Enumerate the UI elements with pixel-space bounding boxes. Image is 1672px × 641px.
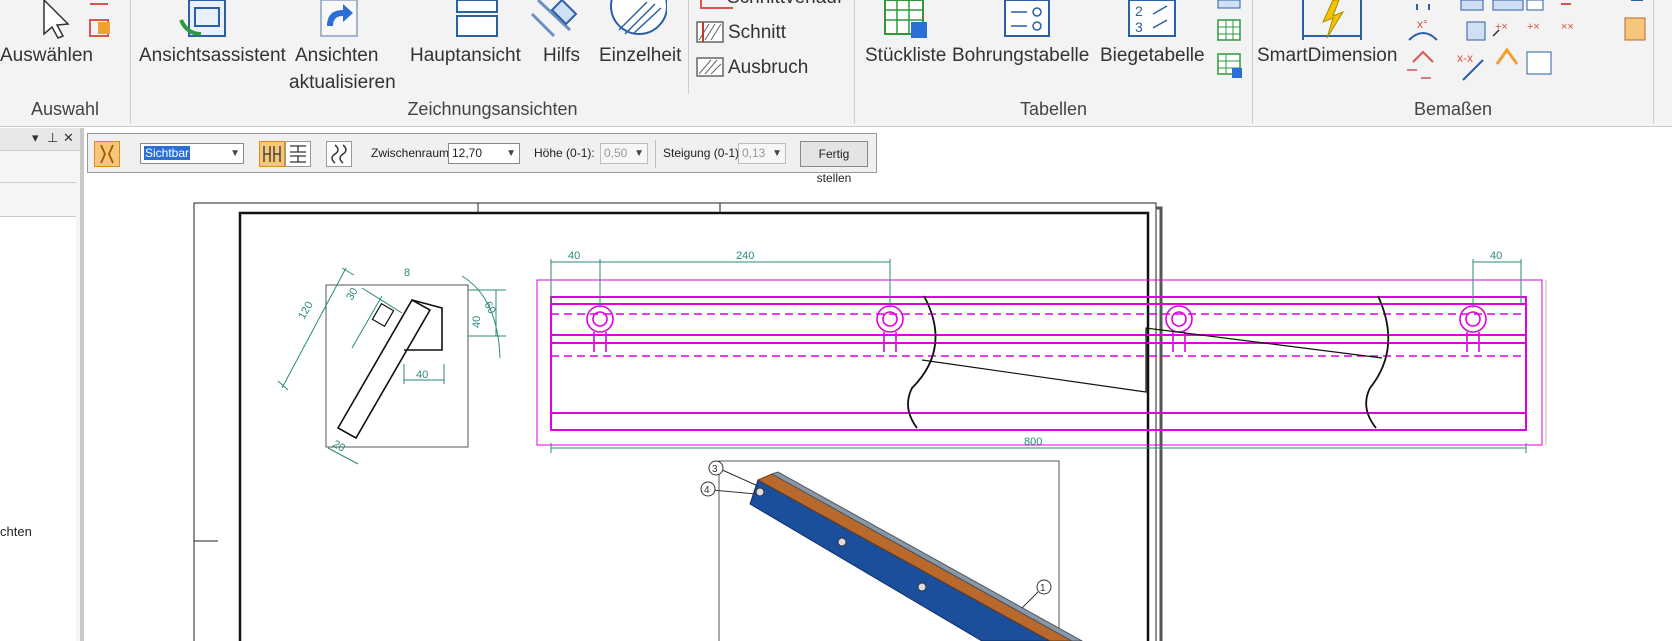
height-input[interactable]: 0,50 ▼ — [600, 143, 648, 164]
view-wizard-button[interactable]: Ansichtsassistent — [139, 44, 286, 68]
vertical-break-icon — [263, 146, 281, 162]
slope-input[interactable]: 0,13 ▼ — [738, 143, 786, 164]
panel-header: ▾ ⊥ ✕ — [0, 128, 80, 151]
update-views-icon[interactable] — [311, 0, 371, 40]
smartdimension-button[interactable]: SmartDimension — [1257, 44, 1397, 68]
balloon-4-label: 4 — [704, 485, 710, 496]
svg-text:x-x: x-x — [1457, 51, 1473, 65]
select-button[interactable]: Auswählen — [0, 44, 93, 68]
detail-view-icon[interactable] — [607, 0, 667, 40]
horizontal-break-icon — [290, 145, 306, 163]
vertical-break-button[interactable] — [259, 141, 285, 167]
pin-icon[interactable]: ⊥ — [47, 130, 58, 146]
break-icon — [100, 144, 114, 164]
group-zeichnungsansichten: Ansichtsassistent Ansichten aktualisiere… — [131, 0, 854, 126]
feature-tree[interactable] — [0, 217, 76, 641]
dim-40-left: 40 — [568, 250, 580, 262]
svg-text:2: 2 — [1135, 3, 1143, 19]
group-auswahl: Auswählen Auswahl — [0, 0, 130, 126]
divider — [0, 182, 76, 183]
drawing-sheet[interactable]: 120 30 8 60 40 40 20 40 240 40 800 3 4 1 — [82, 128, 1672, 641]
view-wizard-icon[interactable] — [177, 0, 237, 40]
tree-item-label[interactable]: chten — [0, 524, 32, 539]
broken-out-section-button[interactable]: Ausbruch — [728, 56, 808, 80]
panel-menu-icon[interactable]: ▾ — [32, 130, 39, 146]
break-view-command-bar: Sichtbar ▼ Zwischenraum: 12,70 ▼ Höhe (0… — [87, 133, 877, 185]
annotation-icons[interactable] — [1615, 0, 1655, 44]
hole-table-button[interactable]: Bohrungstabelle — [952, 44, 1089, 68]
feature-manager-panel: ▾ ⊥ ✕ chten — [0, 128, 84, 641]
detail-view-button[interactable]: Einzelheit — [599, 44, 681, 68]
dim-240: 240 — [736, 250, 754, 262]
chevron-down-icon: ▼ — [506, 148, 516, 159]
separator — [688, 0, 689, 94]
group-label-zeichnungsansichten: Zeichnungsansichten — [407, 99, 578, 119]
dim-40-right: 40 — [1490, 250, 1502, 262]
height-value: 0,50 — [604, 146, 628, 160]
dim-800: 800 — [1024, 436, 1042, 448]
chevron-down-icon: ▼ — [634, 148, 644, 159]
break-line-right — [1365, 295, 1390, 429]
display-mode-select[interactable]: Sichtbar ▼ — [140, 143, 244, 164]
sheet-outer-border — [193, 202, 1157, 641]
horizontal-break-button[interactable] — [285, 141, 311, 167]
chevron-down-icon: ▼ — [772, 148, 782, 159]
svg-text:+×: +× — [1527, 21, 1540, 33]
update-views-button-line1[interactable]: Ansichten — [295, 44, 378, 68]
gap-value: 12,70 — [452, 146, 483, 160]
broken-out-section-icon[interactable] — [695, 56, 725, 80]
section-line-button[interactable]: Schnittverlauf — [727, 0, 842, 10]
finish-button[interactable]: Fertig stellen — [800, 141, 868, 185]
break-style-button[interactable] — [326, 141, 352, 167]
section-icon[interactable] — [695, 20, 725, 46]
balloon-3-label: 3 — [712, 464, 718, 475]
section-button[interactable]: Schnitt — [728, 21, 786, 45]
table-small-icons[interactable] — [1212, 0, 1246, 84]
dim-40-vertical: 40 — [471, 316, 483, 328]
group-tabellen: Stückliste Bohrungstabelle 2 3 Biegetabe… — [855, 0, 1252, 126]
auxiliary-view-icon[interactable] — [526, 0, 586, 40]
bom-table-icon[interactable] — [877, 0, 937, 40]
svg-text:3: 3 — [1135, 19, 1143, 35]
group-bemassen: SmartDimension x° x-x +× +× ×× Bemaßen — [1253, 0, 1653, 126]
gap-input[interactable]: 12,70 ▼ — [448, 143, 520, 164]
update-views-button-line2[interactable]: aktualisieren — [289, 71, 396, 95]
sheet-shadow — [1156, 206, 1163, 641]
auxiliary-view-button[interactable]: Hilfs — [543, 44, 580, 68]
hole-table-icon[interactable] — [997, 0, 1057, 40]
dim-8: 8 — [404, 267, 410, 279]
gap-label: Zwischenraum: — [371, 146, 453, 160]
bend-table-button[interactable]: Biegetabelle — [1100, 44, 1205, 68]
slope-label: Steigung (0-1): — [663, 146, 743, 160]
display-mode-value: Sichtbar — [144, 146, 191, 160]
chevron-down-icon: ▼ — [230, 148, 240, 159]
principal-view-icon[interactable] — [445, 0, 505, 40]
slope-value: 0,13 — [742, 146, 766, 160]
ribbon: Auswählen Auswahl Ansichtsassistent Ansi… — [0, 0, 1672, 127]
close-icon[interactable]: ✕ — [63, 130, 74, 146]
svg-text:××: ×× — [1561, 21, 1574, 33]
smartdimension-icon[interactable] — [1297, 0, 1367, 44]
bom-button[interactable]: Stückliste — [865, 44, 946, 68]
bend-table-icon[interactable]: 2 3 — [1123, 0, 1183, 40]
group-label-bemassen: Bemaßen — [1413, 99, 1493, 119]
balloon-1-label: 1 — [1040, 583, 1046, 594]
break-options-button[interactable] — [94, 141, 120, 167]
height-label: Höhe (0-1): — [534, 146, 595, 160]
group-label-auswahl: Auswahl — [30, 99, 100, 119]
separator — [655, 140, 656, 168]
svg-text:x°: x° — [1417, 17, 1428, 31]
principal-view-button[interactable]: Hauptansicht — [410, 44, 521, 68]
dim-40-horizontal: 40 — [416, 369, 428, 381]
curve-break-icon — [331, 144, 347, 164]
group-label-tabellen: Tabellen — [1019, 99, 1088, 119]
select-arrow-icon[interactable] — [26, 0, 126, 40]
